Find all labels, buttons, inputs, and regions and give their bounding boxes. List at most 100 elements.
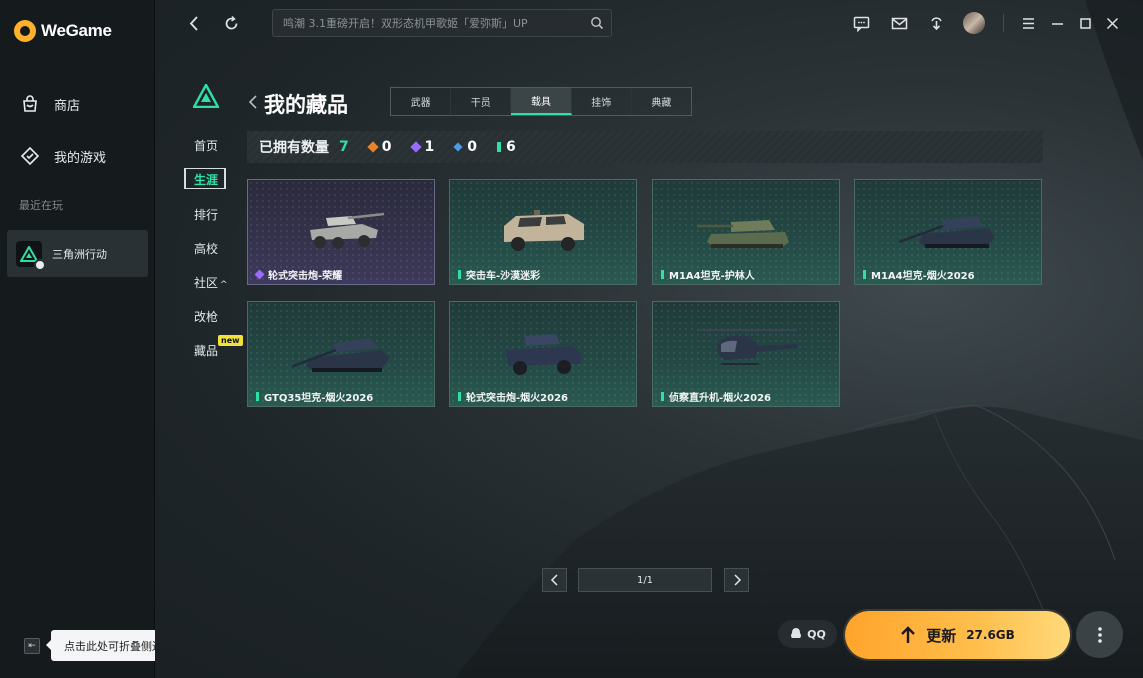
owned-stats-bar: 已拥有数量 7 0 1 0 6 [247,131,1043,163]
page-indicator: 1/1 [578,568,712,592]
game-nav-career[interactable]: 生涯 [194,171,218,188]
my-games-icon [20,146,40,166]
card-footer: M1A4坦克-烟火2026 [855,264,1041,284]
blue-gem-icon [453,142,463,152]
wheeled-assault-gun-image [310,212,385,249]
orange-gem-icon [367,141,379,153]
arrow-up-icon [901,626,916,643]
feedback-button[interactable] [850,12,872,34]
card-footer: 侦察直升机-烟火2026 [653,386,839,406]
card-footer: M1A4坦克-护林人 [653,264,839,284]
menu-button[interactable] [1017,12,1039,34]
qq-button[interactable]: QQ [778,620,837,648]
download-button[interactable] [925,12,947,34]
collection-back-icon[interactable] [247,94,259,110]
close-icon [1106,17,1118,29]
collection-card[interactable]: 轮式突击炮-烟火2026 [449,301,637,407]
close-button[interactable] [1101,12,1123,34]
mail-button[interactable] [888,12,910,34]
collection-card[interactable]: 侦察直升机-烟火2026 [652,301,840,407]
purple-rarity-icon [254,269,265,279]
card-name: M1A4坦克-护林人 [669,270,755,282]
owned-count: 7 [339,139,349,155]
minimize-icon [1051,22,1063,25]
wheeled-assault-gun-image [506,334,582,375]
logo-text: WeGame [41,21,112,40]
tab-weapons[interactable]: 武器 [391,88,452,115]
prev-page-button[interactable] [542,568,567,592]
wegame-logo-icon [14,20,36,42]
update-label: 更新 [926,626,957,645]
qq-penguin-icon [791,628,802,638]
collection-card[interactable]: M1A4坦克-护林人 [652,179,840,285]
green-rarity-icon [661,269,664,279]
search-input[interactable]: 鸣潮 3.1重磅开启！双形态机甲歌姬「爱弥斯」UP [272,9,612,37]
qq-label: QQ [807,627,826,641]
green-gem-icon [497,142,501,152]
tank-image [899,216,995,248]
green-rarity-icon [863,269,866,279]
owned-label: 已拥有数量 [259,140,329,156]
tab-charms[interactable]: 挂饰 [572,88,632,115]
collection-card[interactable]: 轮式突击炮-荣耀 [247,179,435,285]
refresh-icon [225,15,237,29]
top-bar: 鸣潮 3.1重磅开启！双形态机甲歌姬「爱弥斯」UP [155,0,1143,46]
recent-label: 最近在玩 [19,199,63,212]
maximize-button[interactable] [1074,12,1096,34]
game-nav-university[interactable]: 高校 [194,240,218,257]
update-size: 27.6GB [966,628,1015,642]
helicopter-image [697,329,797,365]
chevron-up-icon: ^ [220,280,228,290]
rarity-count: 6 [506,139,516,155]
tank-image [697,220,789,248]
game-nav-home[interactable]: 首页 [194,137,218,154]
card-name: M1A4坦克-烟火2026 [871,270,975,282]
sidebar-item-label: 我的游戏 [54,150,107,166]
menu-icon [1022,17,1034,29]
update-button[interactable]: 更新 27.6GB [845,611,1070,659]
back-button[interactable] [183,12,205,34]
assault-vehicle-image [504,210,584,251]
recent-game-item[interactable]: 三角洲行动 [7,230,148,277]
rarity-count: 0 [381,139,392,155]
card-name: 轮式突击炮-烟火2026 [466,392,568,404]
search-icon[interactable] [590,16,604,30]
collection-card[interactable]: M1A4坦克-烟火2026 [854,179,1042,285]
card-footer: GTQ35坦克-烟火2026 [248,386,434,406]
chevron-left-icon [550,574,558,586]
game-nav-gunsmith[interactable]: 改枪 [194,308,218,325]
collapse-icon: ⇤ [28,641,36,651]
game-nav-community[interactable]: 社区 ^ [194,274,228,291]
wegame-logo[interactable]: WeGame [14,20,112,42]
collapse-sidebar-button[interactable]: ⇤ [24,638,40,654]
card-footer: 轮式突击炮-烟火2026 [450,386,636,406]
game-nav-ranking[interactable]: 排行 [194,206,218,223]
collection-card[interactable]: 突击车-沙漠迷彩 [449,179,637,285]
feedback-icon [853,16,869,32]
next-page-button[interactable] [724,568,749,592]
more-options-button[interactable] [1076,611,1123,658]
card-name: GTQ35坦克-烟火2026 [264,392,374,404]
minimize-button[interactable] [1046,12,1068,34]
collection-card[interactable]: GTQ35坦克-烟火2026 [247,301,435,407]
card-name: 突击车-沙漠迷彩 [466,270,541,282]
delta-force-logo-icon[interactable] [193,84,219,108]
rarity-count: 0 [467,139,477,155]
tab-archive[interactable]: 典藏 [632,88,691,115]
delta-force-icon [16,240,46,271]
game-nav-collection[interactable]: 藏品 [194,342,218,359]
refresh-button[interactable] [220,12,242,34]
rarity-stat-green: 6 [497,139,516,155]
card-footer: 突击车-沙漠迷彩 [450,264,636,284]
back-icon [189,15,198,31]
store-icon [23,95,37,112]
collection-tabs: 武器 干员 载具 挂饰 典藏 [390,87,692,116]
recent-game-name: 三角洲行动 [52,247,107,261]
avatar[interactable] [963,12,985,34]
card-name: 侦察直升机-烟火2026 [669,392,771,404]
sidebar-item-my-games[interactable]: 我的游戏 [20,146,106,166]
tab-vehicles[interactable]: 载具 [511,88,572,115]
tab-operators[interactable]: 干员 [451,88,512,115]
sidebar-item-store[interactable]: 商店 [20,94,80,114]
more-vertical-icon [1097,626,1102,643]
